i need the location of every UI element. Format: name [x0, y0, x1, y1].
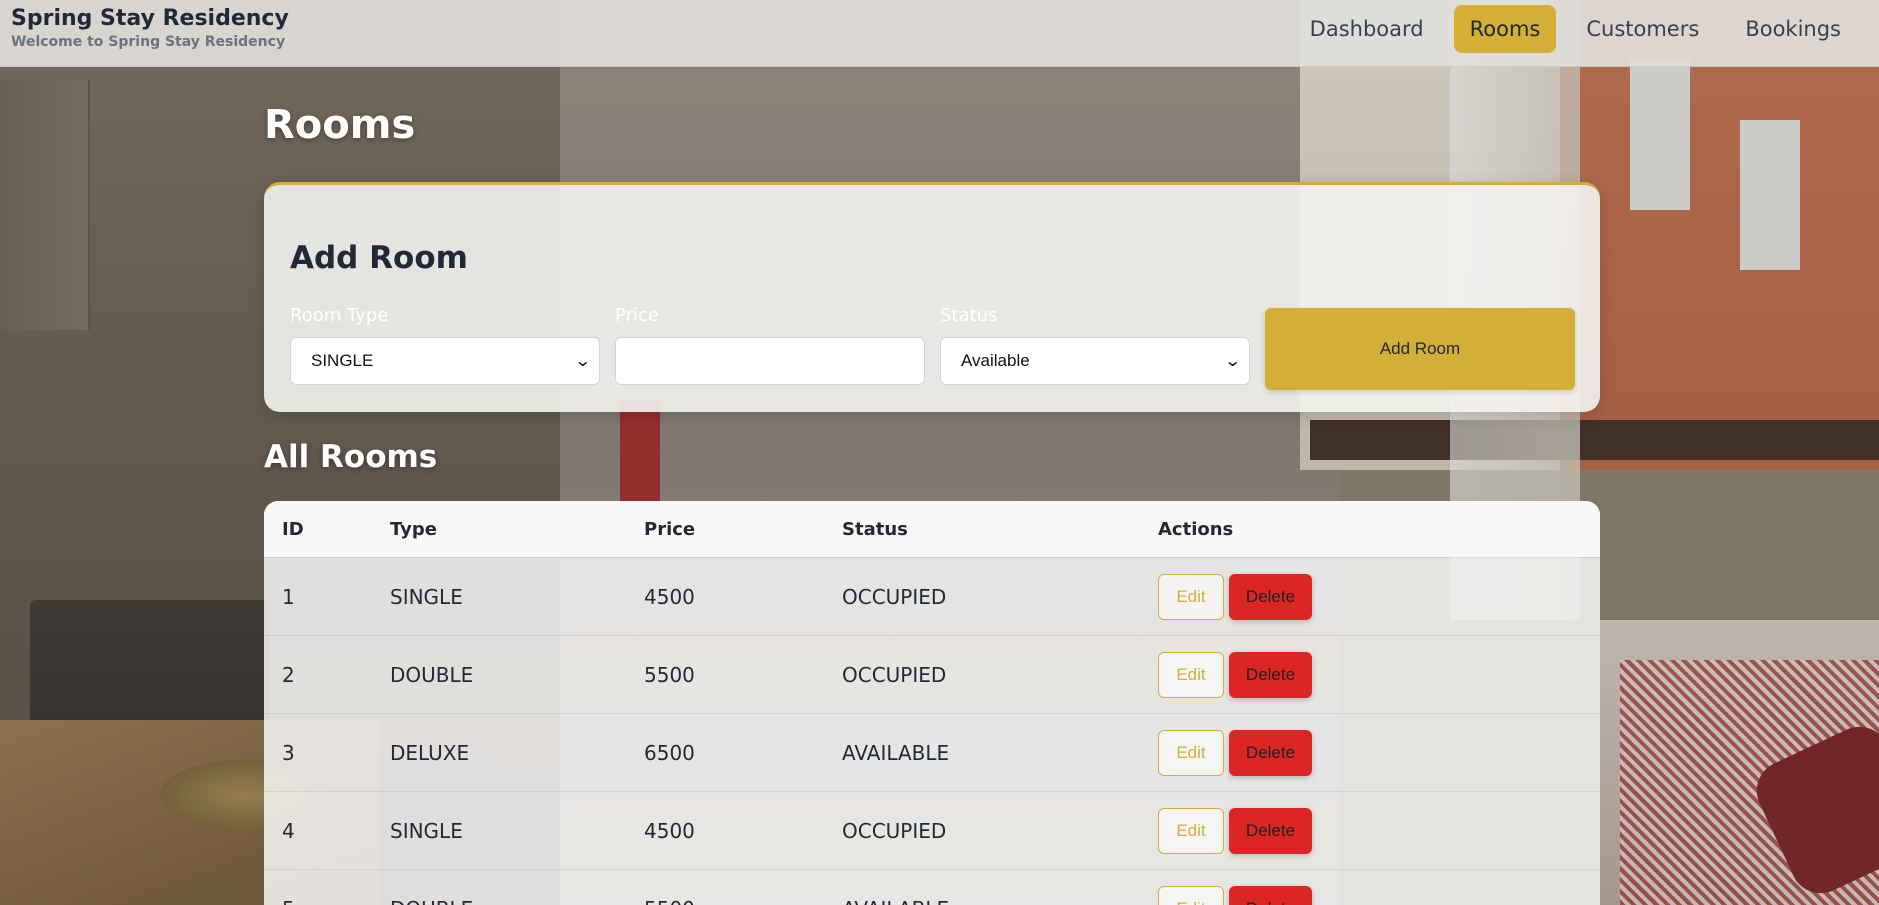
table-row: 3 DELUXE 6500 AVAILABLE Edit Delete	[264, 713, 1600, 791]
edit-button[interactable]: Edit	[1158, 651, 1224, 698]
cell-actions: Edit Delete	[1158, 651, 1312, 698]
main-nav: Dashboard Rooms Customers Bookings	[1294, 5, 1857, 53]
column-header-actions: Actions	[1158, 518, 1234, 540]
status-label: Status	[940, 305, 998, 326]
nav-customers[interactable]: Customers	[1570, 5, 1715, 53]
brand-title: Spring Stay Residency	[11, 6, 289, 31]
add-room-card: Add Room Room Type SINGLE ⌄ Price Status…	[264, 182, 1600, 412]
brand-subtitle: Welcome to Spring Stay Residency	[11, 34, 286, 50]
cell-type: DOUBLE	[390, 897, 644, 905]
cell-price: 4500	[644, 818, 695, 843]
edit-button[interactable]: Edit	[1158, 729, 1224, 776]
cell-type: SINGLE	[390, 584, 463, 609]
delete-button[interactable]: Delete	[1229, 729, 1312, 776]
nav-dashboard[interactable]: Dashboard	[1294, 5, 1440, 53]
top-navbar: Spring Stay Residency Welcome to Spring …	[0, 0, 1879, 67]
column-header-status: Status	[842, 518, 908, 540]
cell-type: DOUBLE	[390, 662, 474, 687]
room-type-label: Room Type	[290, 305, 389, 326]
cell-type: DELUXE	[390, 740, 470, 765]
table-row: 1 SINGLE 4500 OCCUPIED Edit Delete	[264, 557, 1600, 635]
cell-id: 5	[264, 897, 390, 905]
cell-status: OCCUPIED	[842, 584, 947, 609]
cell-status: OCCUPIED	[842, 662, 947, 687]
rooms-table: ID Type Price Status Actions 1 SINGLE 45…	[264, 501, 1600, 905]
cell-status: AVAILABLE	[842, 897, 1158, 905]
cell-status: AVAILABLE	[842, 740, 950, 765]
edit-button[interactable]: Edit	[1158, 885, 1224, 905]
cell-price: 6500	[644, 740, 695, 765]
add-room-title: Add Room	[290, 240, 468, 276]
column-header-price: Price	[644, 518, 696, 540]
nav-bookings[interactable]: Bookings	[1729, 5, 1857, 53]
column-header-type: Type	[390, 518, 437, 540]
cell-id: 4	[282, 818, 295, 843]
room-type-value: SINGLE	[311, 351, 374, 370]
cell-price: 4500	[644, 584, 695, 609]
cell-price: 5500	[644, 897, 842, 905]
page-title: Rooms	[264, 102, 416, 148]
cell-actions: Edit Delete	[1158, 573, 1312, 620]
cell-type: SINGLE	[390, 818, 463, 843]
status-field: Status Available ⌄	[940, 305, 1250, 385]
cell-id: 1	[282, 584, 295, 609]
price-input[interactable]	[615, 337, 925, 385]
table-row: 5 DOUBLE 5500 AVAILABLE Edit Delete	[264, 869, 1600, 905]
edit-button[interactable]: Edit	[1158, 573, 1224, 620]
delete-button[interactable]: Delete	[1229, 651, 1312, 698]
cell-actions: Edit Delete	[1158, 885, 1312, 905]
cell-price: 5500	[644, 662, 695, 687]
delete-button[interactable]: Delete	[1229, 807, 1312, 854]
add-room-button[interactable]: Add Room	[1265, 308, 1575, 390]
price-label: Price	[615, 305, 659, 326]
main-content: Rooms Add Room Room Type SINGLE ⌄ Price …	[264, 67, 1600, 905]
delete-button[interactable]: Delete	[1229, 573, 1312, 620]
chevron-down-icon: ⌄	[573, 353, 592, 370]
all-rooms-title: All Rooms	[264, 439, 438, 475]
room-type-field: Room Type SINGLE ⌄	[290, 305, 600, 385]
room-type-select[interactable]: SINGLE ⌄	[290, 337, 600, 385]
delete-button[interactable]: Delete	[1229, 885, 1312, 905]
nav-rooms[interactable]: Rooms	[1453, 5, 1557, 53]
cell-actions: Edit Delete	[1158, 807, 1312, 854]
table-row: 2 DOUBLE 5500 OCCUPIED Edit Delete	[264, 635, 1600, 713]
cell-actions: Edit Delete	[1158, 729, 1312, 776]
column-header-id: ID	[282, 518, 304, 540]
price-field: Price	[615, 305, 925, 385]
table-row: 4 SINGLE 4500 OCCUPIED Edit Delete	[264, 791, 1600, 869]
edit-button[interactable]: Edit	[1158, 807, 1224, 854]
cell-status: OCCUPIED	[842, 818, 947, 843]
table-header: ID Type Price Status Actions	[264, 501, 1600, 557]
status-value: Available	[961, 351, 1030, 370]
status-select[interactable]: Available ⌄	[940, 337, 1250, 385]
chevron-down-icon: ⌄	[1223, 353, 1242, 370]
cell-id: 3	[282, 740, 295, 765]
cell-id: 2	[282, 662, 295, 687]
